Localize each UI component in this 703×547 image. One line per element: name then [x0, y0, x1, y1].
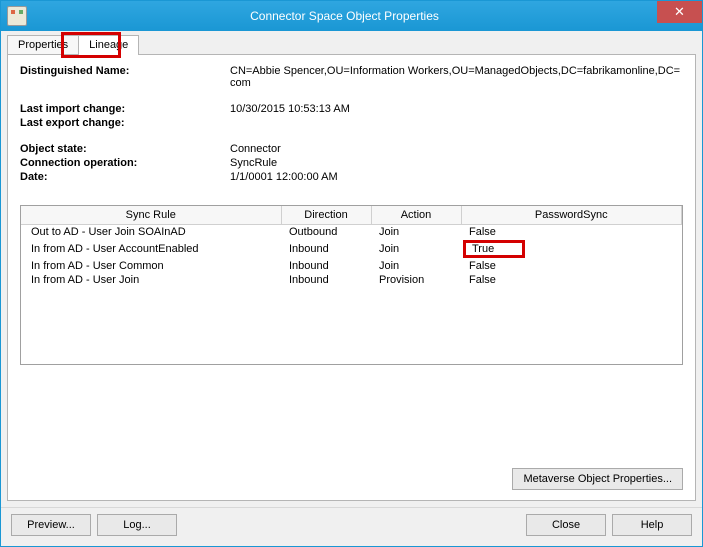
cell-action: Join	[371, 225, 461, 240]
cell-sync-rule: In from AD - User AccountEnabled	[21, 239, 281, 259]
preview-button[interactable]: Preview...	[11, 514, 91, 536]
col-header-action[interactable]: Action	[371, 206, 461, 225]
conn-op-label: Connection operation:	[20, 157, 230, 169]
dialog-footer: Preview... Log... Close Help	[1, 507, 702, 546]
cell-direction: Inbound	[281, 259, 371, 273]
cell-password-sync: False	[461, 259, 682, 273]
cell-password-sync: False	[461, 225, 682, 240]
last-import-label: Last import change:	[20, 103, 230, 115]
tab-strip: Properties Lineage	[7, 35, 702, 55]
table-row[interactable]: Out to AD - User Join SOAInAD Outbound J…	[21, 225, 682, 240]
app-icon	[7, 6, 27, 26]
col-header-password-sync[interactable]: PasswordSync	[461, 206, 682, 225]
col-header-direction[interactable]: Direction	[281, 206, 371, 225]
cell-action: Join	[371, 239, 461, 259]
table-row[interactable]: In from AD - User AccountEnabled Inbound…	[21, 239, 682, 259]
date-label: Date:	[20, 171, 230, 183]
date-value: 1/1/0001 12:00:00 AM	[230, 171, 683, 183]
last-export-value	[230, 117, 683, 129]
cell-direction: Inbound	[281, 239, 371, 259]
close-button[interactable]: Close	[526, 514, 606, 536]
last-import-value: 10/30/2015 10:53:13 AM	[230, 103, 683, 115]
cell-sync-rule: In from AD - User Join	[21, 273, 281, 287]
lineage-panel: Distinguished Name: CN=Abbie Spencer,OU=…	[7, 54, 696, 501]
cell-sync-rule: Out to AD - User Join SOAInAD	[21, 225, 281, 240]
cell-direction: Outbound	[281, 225, 371, 240]
col-header-sync-rule[interactable]: Sync Rule	[21, 206, 281, 225]
tab-properties[interactable]: Properties	[7, 35, 79, 55]
annotation-highlight-true: True	[463, 240, 525, 258]
cell-password-sync: False	[461, 273, 682, 287]
titlebar: Connector Space Object Properties ✕	[1, 1, 702, 31]
object-state-value: Connector	[230, 143, 683, 155]
table-row[interactable]: In from AD - User Join Inbound Provision…	[21, 273, 682, 287]
cell-password-sync: True	[461, 239, 682, 259]
table-header-row: Sync Rule Direction Action PasswordSync	[21, 206, 682, 225]
cell-sync-rule: In from AD - User Common	[21, 259, 281, 273]
cell-direction: Inbound	[281, 273, 371, 287]
object-state-label: Object state:	[20, 143, 230, 155]
dn-label: Distinguished Name:	[20, 65, 230, 89]
log-button[interactable]: Log...	[97, 514, 177, 536]
table-row[interactable]: In from AD - User Common Inbound Join Fa…	[21, 259, 682, 273]
sync-rule-table[interactable]: Sync Rule Direction Action PasswordSync …	[20, 205, 683, 365]
dn-value: CN=Abbie Spencer,OU=Information Workers,…	[230, 65, 683, 89]
close-icon[interactable]: ✕	[657, 1, 702, 23]
metaverse-properties-button[interactable]: Metaverse Object Properties...	[512, 468, 683, 490]
last-export-label: Last export change:	[20, 117, 230, 129]
window-title: Connector Space Object Properties	[27, 9, 702, 23]
cell-action: Join	[371, 259, 461, 273]
help-button[interactable]: Help	[612, 514, 692, 536]
metaverse-button-row: Metaverse Object Properties...	[20, 468, 683, 490]
info-grid: Distinguished Name: CN=Abbie Spencer,OU=…	[20, 65, 683, 183]
conn-op-value: SyncRule	[230, 157, 683, 169]
dialog-window: Connector Space Object Properties ✕ Prop…	[0, 0, 703, 547]
tab-lineage[interactable]: Lineage	[78, 35, 139, 55]
cell-action: Provision	[371, 273, 461, 287]
